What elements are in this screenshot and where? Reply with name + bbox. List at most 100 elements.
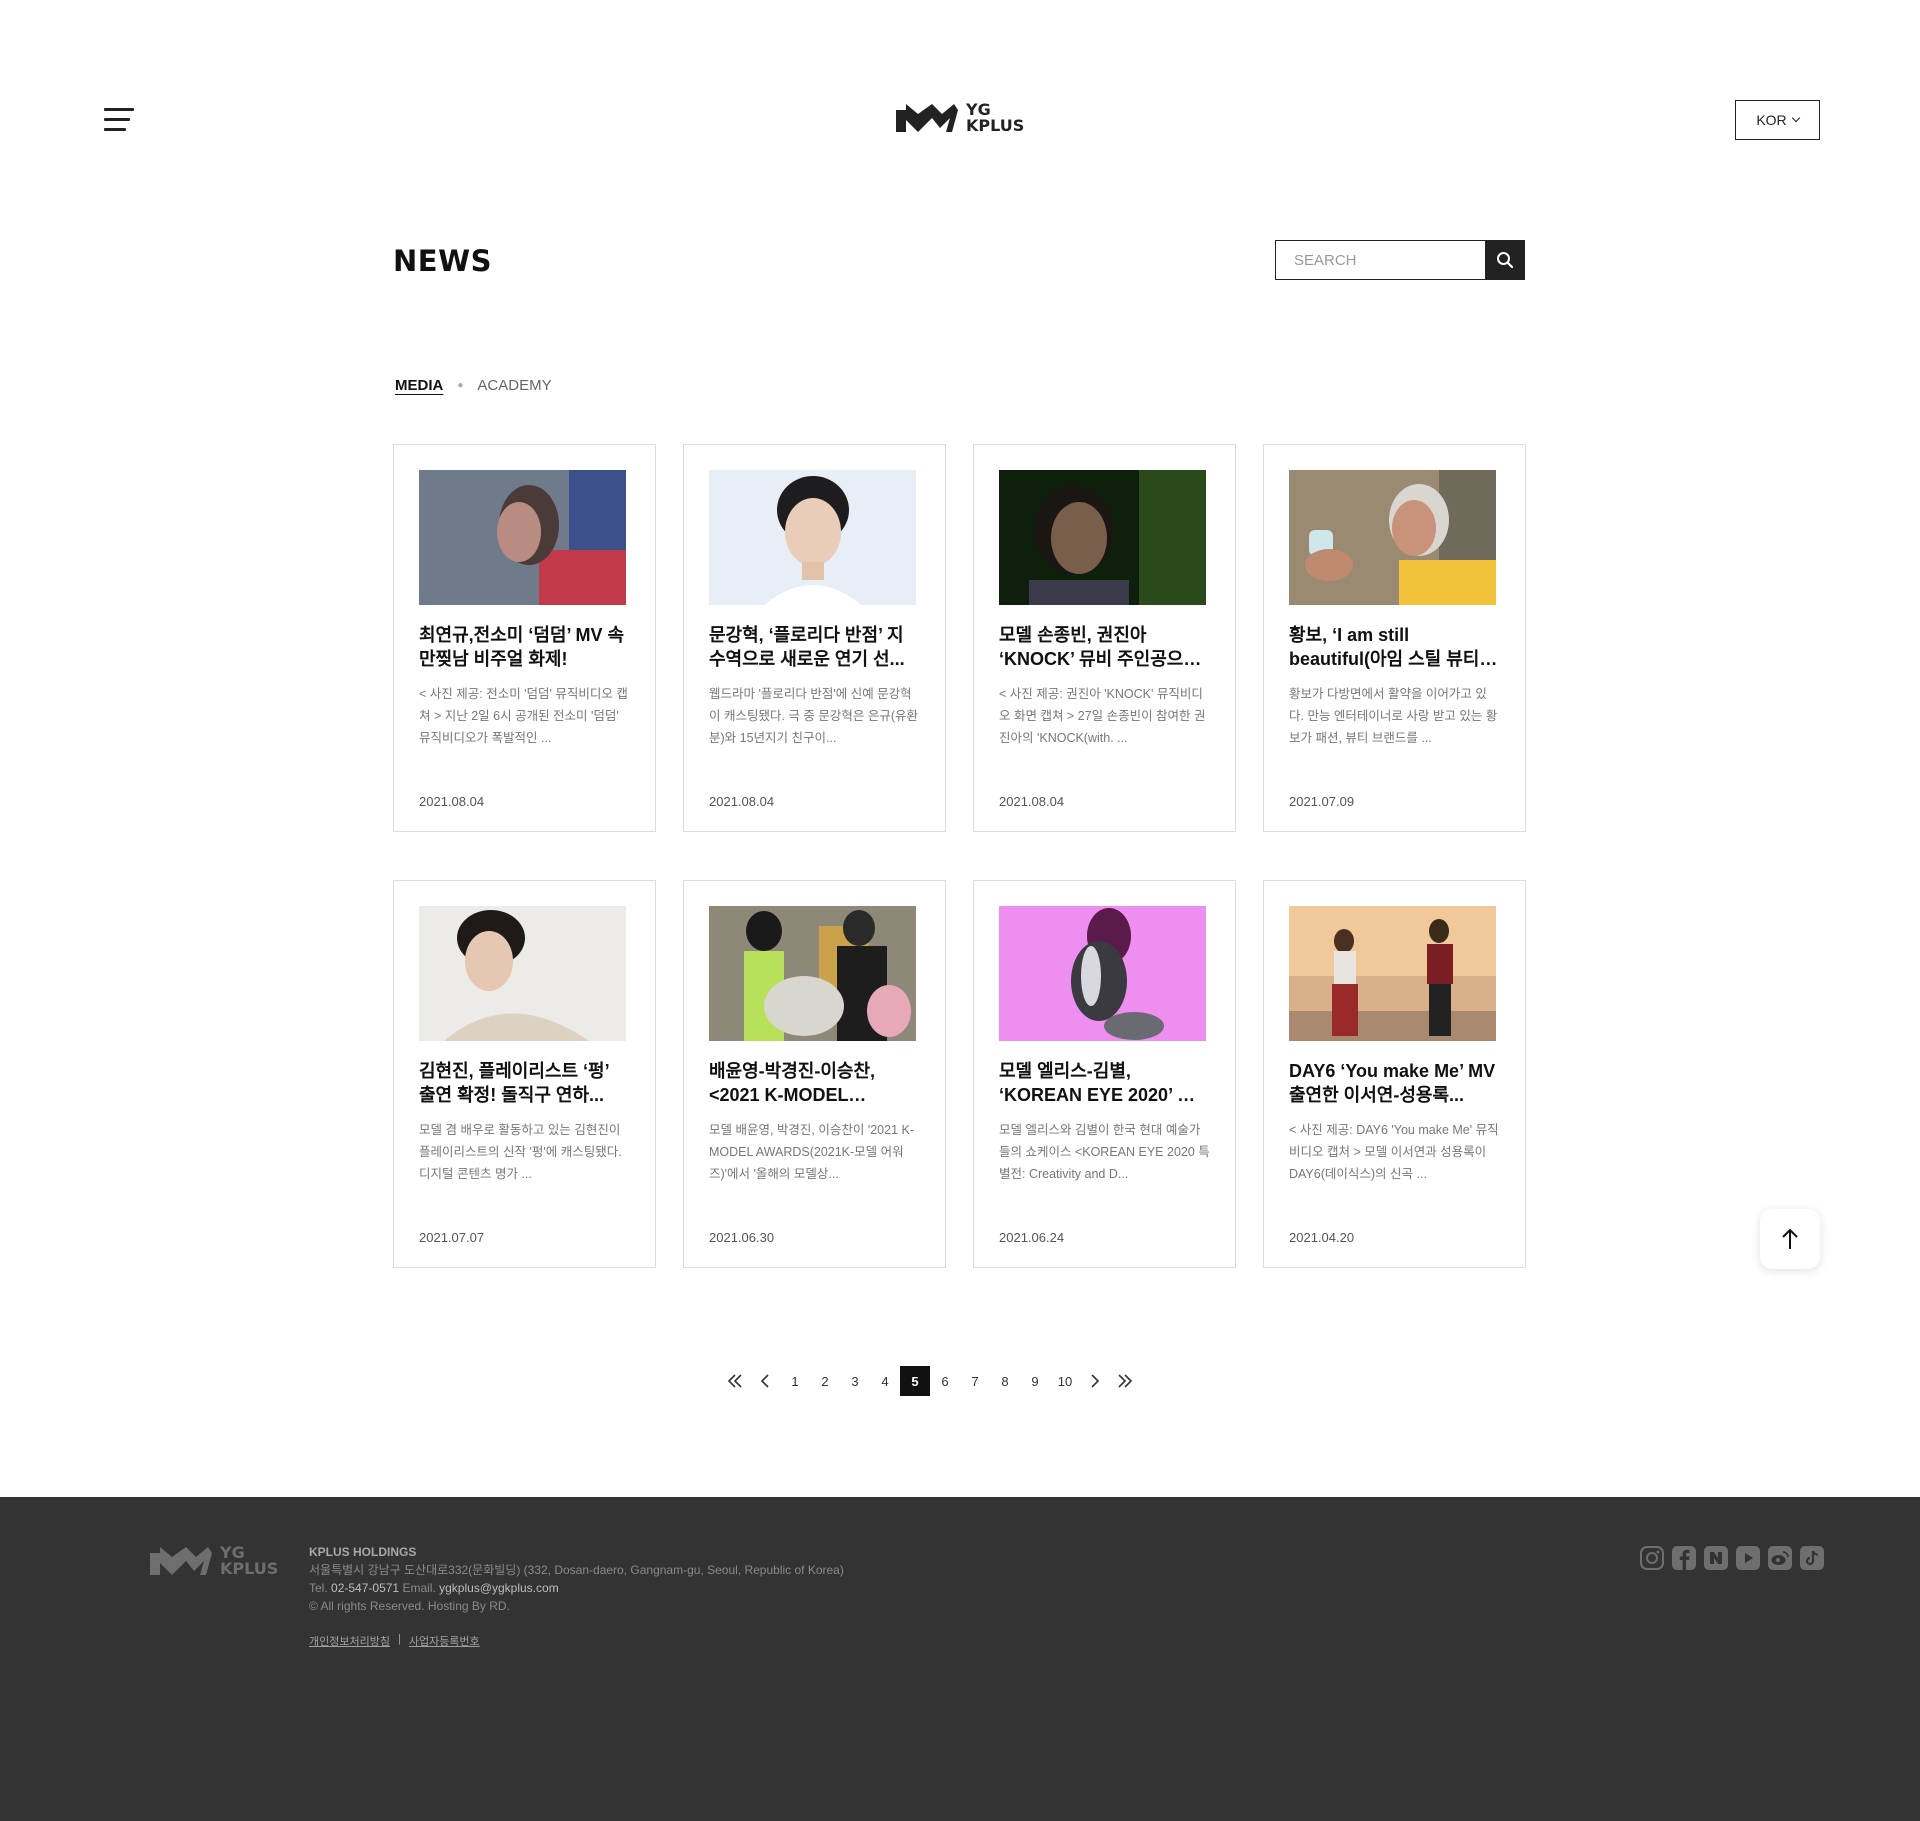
search-icon bbox=[1497, 252, 1514, 269]
news-title: 모델 엘리스-김별, ‘KOREAN EYE 2020’ 특별전 ... bbox=[999, 1061, 1194, 1105]
company-address: 서울특별시 강남구 도산대로332(문화빌딩) (332, Dosan-daer… bbox=[309, 1563, 844, 1577]
news-date: 2021.06.30 bbox=[709, 1230, 775, 1245]
page-7[interactable]: 7 bbox=[960, 1366, 990, 1396]
scroll-top-button[interactable] bbox=[1760, 1209, 1820, 1269]
search-button[interactable] bbox=[1485, 240, 1525, 280]
chevron-left-icon bbox=[760, 1374, 769, 1388]
news-card[interactable]: 모델 손종빈, 권진아 ‘KNOCK’ 뮤비 주인공으로 출연 < 사진 제공:… bbox=[973, 444, 1236, 832]
tab-separator: ● bbox=[457, 380, 464, 391]
page-9[interactable]: 9 bbox=[1020, 1366, 1050, 1396]
page-8[interactable]: 8 bbox=[990, 1366, 1020, 1396]
naver-icon[interactable] bbox=[1703, 1545, 1729, 1571]
footer-logo: YG KPLUS bbox=[150, 1545, 278, 1577]
news-title: 모델 손종빈, 권진아 ‘KNOCK’ 뮤비 주인공으로 출연 bbox=[999, 625, 1200, 669]
news-excerpt: < 사진 제공: 전소미 '덤덤' 뮤직비디오 캡쳐 > 지난 2일 6시 공개… bbox=[419, 687, 628, 745]
news-date: 2021.04.20 bbox=[1289, 1230, 1355, 1245]
news-card[interactable]: 문강혁, ‘플로리다 반점’ 지수역으로 새로운 연기 선... 웹드라마 '플… bbox=[683, 444, 946, 832]
news-title: DAY6 ‘You make Me’ MV 출연한 이서연-성용록... bbox=[1289, 1061, 1496, 1105]
double-chevron-left-icon bbox=[727, 1374, 742, 1388]
instagram-icon[interactable] bbox=[1639, 1545, 1665, 1571]
news-excerpt: 모델 배윤영, 박경진, 이승찬이 '2021 K-MODEL AWARDS(2… bbox=[709, 1123, 915, 1181]
logo-text: YG KPLUS bbox=[966, 100, 1025, 135]
email-label: Email. bbox=[402, 1581, 436, 1595]
category-tabs: MEDIA ● ACADEMY bbox=[395, 377, 552, 394]
news-thumbnail bbox=[999, 906, 1206, 1041]
news-thumbnail bbox=[1289, 470, 1496, 605]
tab-media[interactable]: MEDIA bbox=[395, 377, 443, 394]
tiktok-icon[interactable] bbox=[1799, 1545, 1825, 1571]
language-selector[interactable]: KOR bbox=[1735, 100, 1820, 140]
tel-label: Tel. bbox=[309, 1581, 328, 1595]
footer-links: 개인정보처리방침 | 사업자등록번호 bbox=[309, 1633, 480, 1649]
yg-logo-icon bbox=[150, 1547, 212, 1575]
news-card[interactable]: DAY6 ‘You make Me’ MV 출연한 이서연-성용록... < 사… bbox=[1263, 880, 1526, 1268]
menu-icon-line bbox=[104, 108, 134, 111]
page-title: NEWS bbox=[393, 244, 492, 278]
footer-info: KPLUS HOLDINGS 서울특별시 강남구 도산대로332(문화빌딩) (… bbox=[309, 1543, 844, 1615]
chevron-right-icon bbox=[1091, 1374, 1100, 1388]
next-page-button[interactable] bbox=[1080, 1366, 1110, 1396]
news-date: 2021.08.04 bbox=[419, 794, 485, 809]
news-date: 2021.08.04 bbox=[999, 794, 1065, 809]
news-thumbnail bbox=[999, 470, 1206, 605]
news-excerpt: 모델 겸 배우로 활동하고 있는 김현진이 플레이리스트의 신작 '펑'에 캐스… bbox=[419, 1123, 622, 1181]
news-excerpt: 모델 엘리스와 김별이 한국 현대 예술가들의 쇼케이스 <KOREAN EYE… bbox=[999, 1123, 1210, 1181]
site-footer: YG KPLUS KPLUS HOLDINGS 서울특별시 강남구 도산대로33… bbox=[0, 1497, 1920, 1821]
search-bar bbox=[1275, 240, 1525, 280]
news-grid: 최연규,전소미 ‘덤덤’ MV 속 만찢남 비주얼 화제! < 사진 제공: 전… bbox=[393, 444, 1527, 1268]
page-5-current[interactable]: 5 bbox=[900, 1366, 930, 1396]
news-thumbnail bbox=[419, 906, 626, 1041]
arrow-up-icon bbox=[1782, 1228, 1798, 1249]
weibo-icon[interactable] bbox=[1767, 1545, 1793, 1571]
news-excerpt: < 사진 제공: 권진아 'KNOCK' 뮤직비디오 화면 캡쳐 > 27일 손… bbox=[999, 687, 1206, 745]
privacy-policy-link[interactable]: 개인정보처리방침 bbox=[309, 1633, 390, 1649]
prev-page-button[interactable] bbox=[750, 1366, 780, 1396]
page-2[interactable]: 2 bbox=[810, 1366, 840, 1396]
double-chevron-right-icon bbox=[1118, 1374, 1133, 1388]
news-card[interactable]: 배윤영-박경진-이승찬, <2021 K-MODEL AWAR... 모델 배윤… bbox=[683, 880, 946, 1268]
email-address: ygkplus@ygkplus.com bbox=[439, 1581, 559, 1595]
news-card[interactable]: 최연규,전소미 ‘덤덤’ MV 속 만찢남 비주얼 화제! < 사진 제공: 전… bbox=[393, 444, 656, 832]
menu-icon-line bbox=[104, 128, 126, 131]
news-title: 김현진, 플레이리스트 ‘펑’ 출연 확정! 돌직구 연하... bbox=[419, 1061, 610, 1105]
news-date: 2021.08.04 bbox=[709, 794, 775, 809]
copyright: © All rights Reserved. Hosting By RD. bbox=[309, 1599, 510, 1613]
last-page-button[interactable] bbox=[1110, 1366, 1140, 1396]
news-thumbnail bbox=[1289, 906, 1496, 1041]
first-page-button[interactable] bbox=[720, 1366, 750, 1396]
page-1[interactable]: 1 bbox=[780, 1366, 810, 1396]
page-10[interactable]: 10 bbox=[1050, 1366, 1080, 1396]
social-links bbox=[1639, 1545, 1825, 1571]
language-label: KOR bbox=[1756, 112, 1787, 128]
search-input[interactable] bbox=[1275, 240, 1485, 280]
news-card[interactable]: 황보, ‘I am still beautiful(아임 스틸 뷰티풀)’브랜.… bbox=[1263, 444, 1526, 832]
news-title: 황보, ‘I am still beautiful(아임 스틸 뷰티풀)’브랜.… bbox=[1289, 625, 1480, 669]
news-date: 2021.07.09 bbox=[1289, 794, 1355, 809]
news-date: 2021.07.07 bbox=[419, 1230, 485, 1245]
brand-logo[interactable]: YG KPLUS bbox=[896, 102, 1024, 134]
news-excerpt: 황보가 다방면에서 활약을 이어가고 있다. 만능 엔터테이너로 사랑 받고 있… bbox=[1289, 687, 1498, 745]
pagination: 1 2 3 4 5 6 7 8 9 10 bbox=[720, 1366, 1140, 1396]
page-4[interactable]: 4 bbox=[870, 1366, 900, 1396]
menu-icon-line bbox=[104, 118, 130, 121]
chevron-down-icon bbox=[1791, 113, 1800, 123]
contact-line: Tel. 02-547-0571 Email. ygkplus@ygkplus.… bbox=[309, 1579, 844, 1597]
menu-button[interactable] bbox=[104, 108, 136, 132]
news-thumbnail bbox=[709, 906, 916, 1041]
news-card[interactable]: 김현진, 플레이리스트 ‘펑’ 출연 확정! 돌직구 연하... 모델 겸 배우… bbox=[393, 880, 656, 1268]
youtube-icon[interactable] bbox=[1735, 1545, 1761, 1571]
news-title: 최연규,전소미 ‘덤덤’ MV 속 만찢남 비주얼 화제! bbox=[419, 625, 625, 669]
news-title: 문강혁, ‘플로리다 반점’ 지수역으로 새로운 연기 선... bbox=[709, 625, 905, 669]
news-date: 2021.06.24 bbox=[999, 1230, 1065, 1245]
link-separator: | bbox=[397, 1633, 401, 1645]
company-name: KPLUS HOLDINGS bbox=[309, 1545, 417, 1559]
news-title: 배윤영-박경진-이승찬, <2021 K-MODEL AWAR... bbox=[709, 1061, 876, 1105]
page-3[interactable]: 3 bbox=[840, 1366, 870, 1396]
news-card[interactable]: 모델 엘리스-김별, ‘KOREAN EYE 2020’ 특별전 ... 모델 … bbox=[973, 880, 1236, 1268]
facebook-icon[interactable] bbox=[1671, 1545, 1697, 1571]
page-6[interactable]: 6 bbox=[930, 1366, 960, 1396]
news-thumbnail bbox=[419, 470, 626, 605]
business-number-link[interactable]: 사업자등록번호 bbox=[409, 1633, 480, 1649]
news-thumbnail bbox=[709, 470, 916, 605]
tab-academy[interactable]: ACADEMY bbox=[477, 377, 551, 394]
